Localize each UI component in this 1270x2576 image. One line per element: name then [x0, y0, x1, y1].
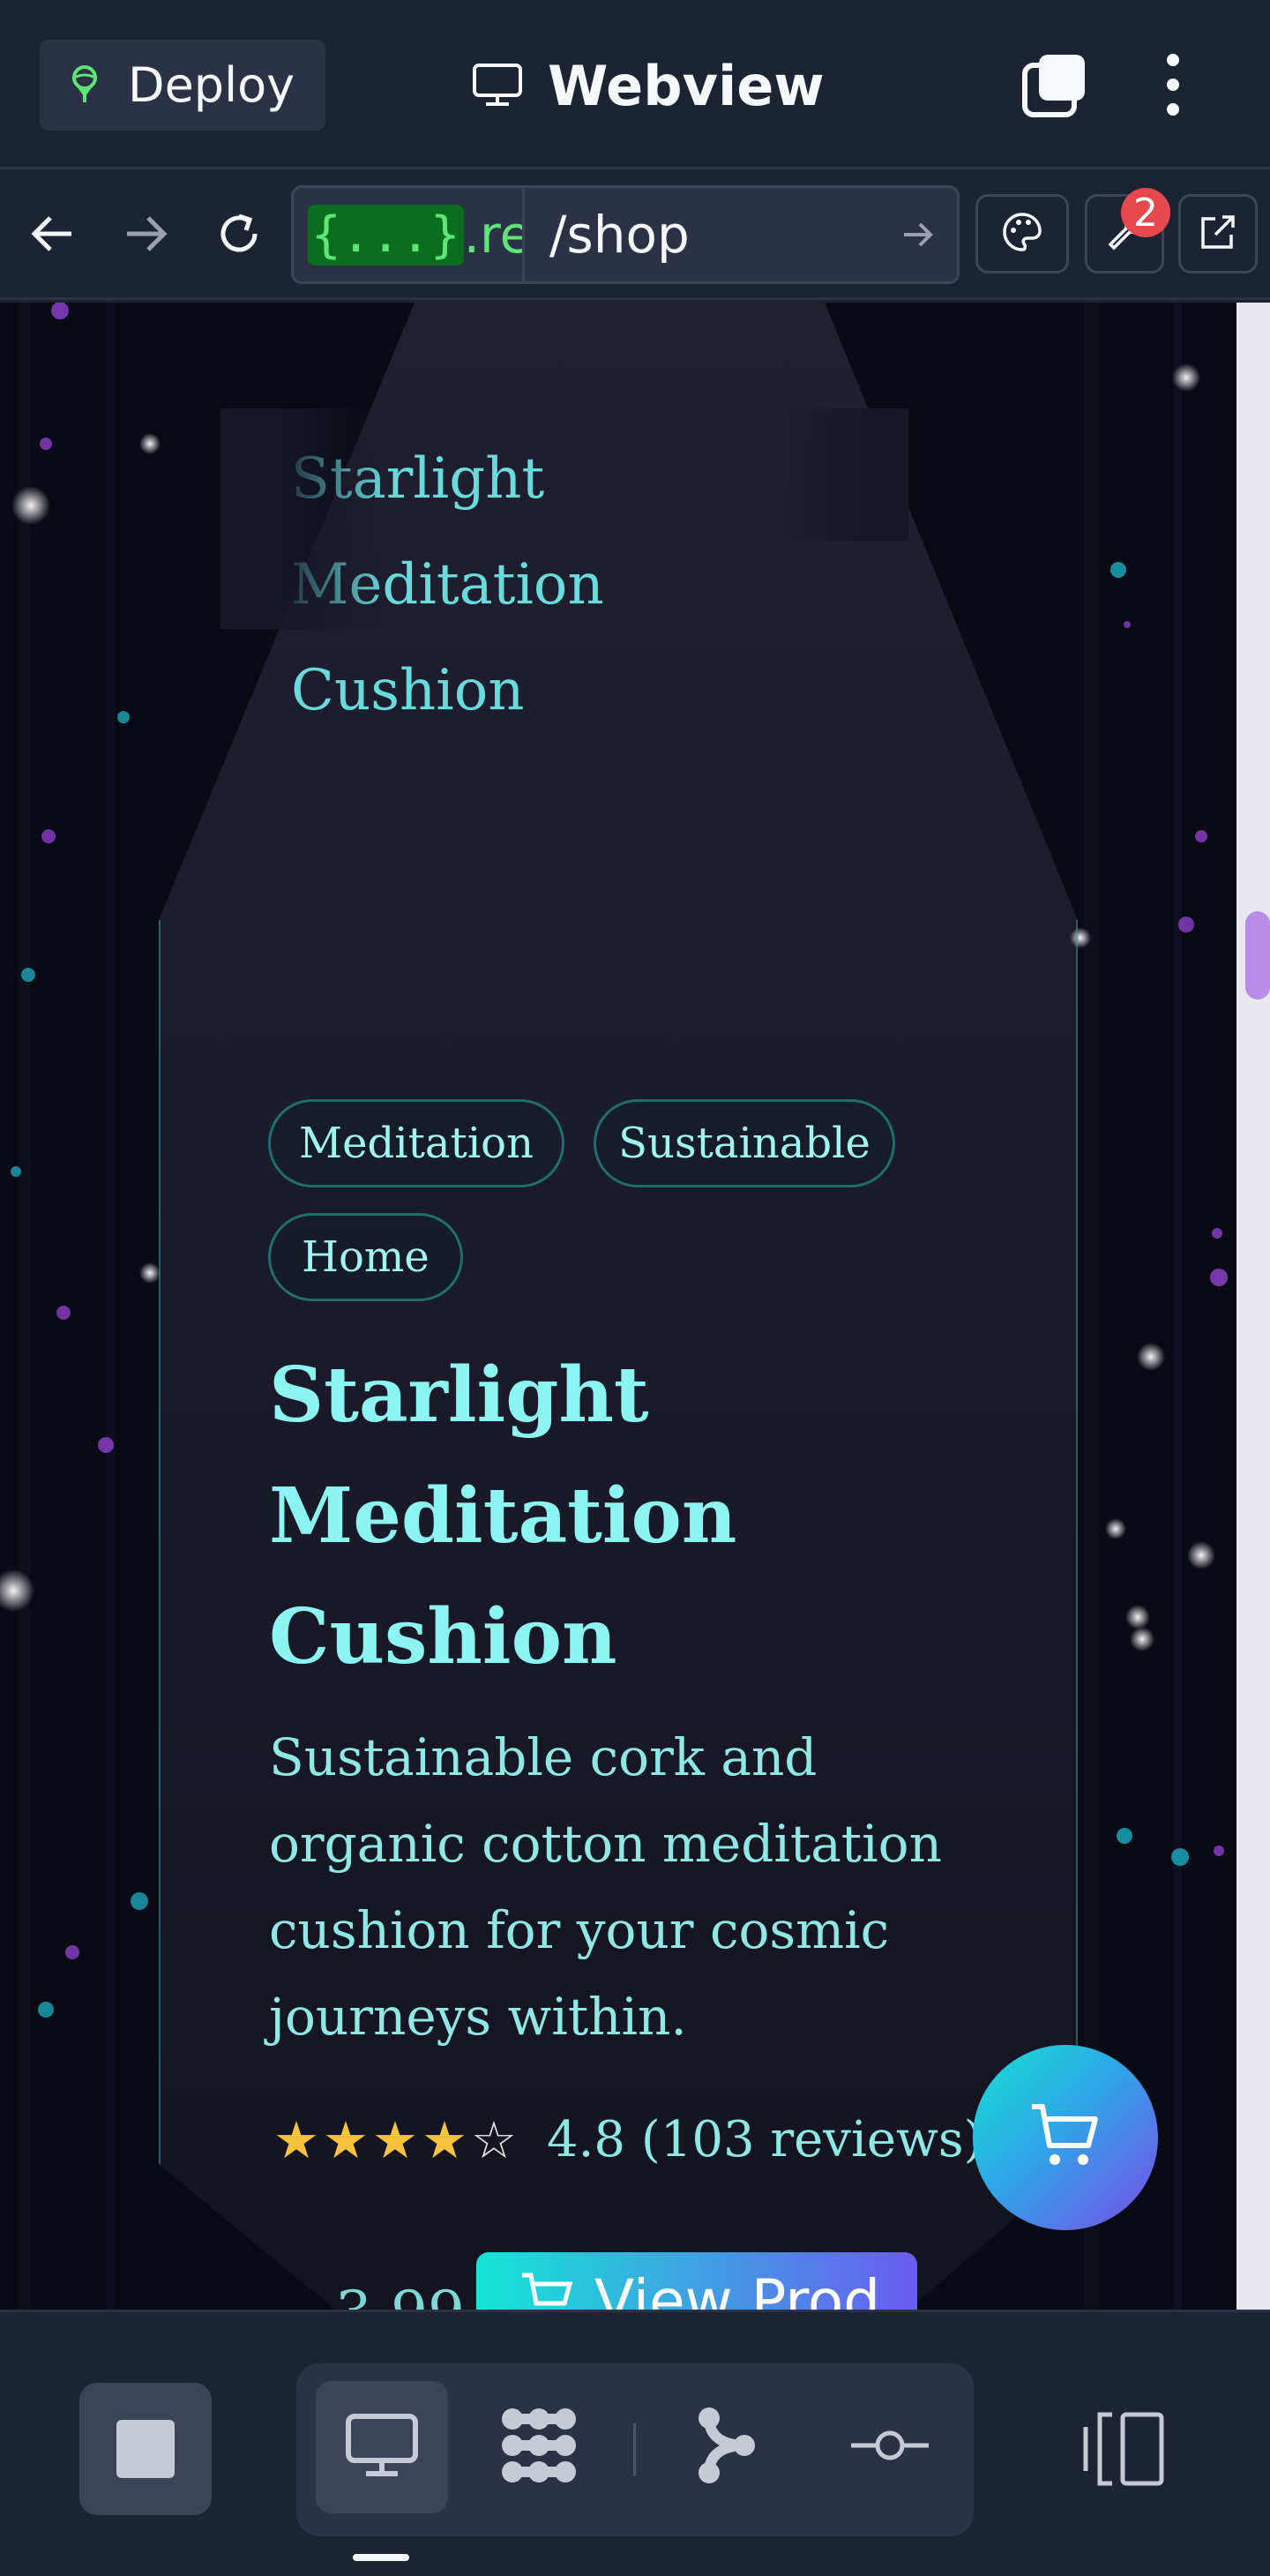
arrow-right-icon[interactable] [115, 203, 176, 265]
stop-icon [116, 2420, 175, 2478]
arrow-left-icon[interactable] [22, 203, 84, 265]
webview-content[interactable]: Starlight Meditation Cushion Meditation … [0, 303, 1236, 2310]
fade-mask-right [776, 408, 908, 541]
scrollbar-thumb[interactable] [1245, 911, 1270, 1000]
open-external-button[interactable] [1178, 194, 1258, 273]
commit-icon [849, 2428, 930, 2467]
product-description: Sustainable cork and organic cotton medi… [269, 1727, 942, 2047]
go-arrow-icon[interactable] [895, 213, 939, 257]
split-pane-icon[interactable] [1080, 2409, 1169, 2489]
url-host-badge: {...} [308, 204, 464, 266]
stop-button[interactable] [79, 2383, 212, 2515]
deploy-icon [66, 64, 103, 108]
url-bar[interactable]: {...} .repl /shop [291, 185, 960, 284]
star-empty-icon: ☆ [471, 2109, 517, 2170]
extensions-button[interactable] [473, 2381, 605, 2513]
palette-icon [1001, 211, 1043, 257]
view-product-label: View Prod [594, 2266, 881, 2310]
webview-label: Webview [548, 54, 825, 118]
monitor-icon [472, 63, 523, 110]
deploy-label: Deploy [128, 57, 295, 113]
theme-button[interactable] [975, 194, 1069, 273]
deploy-button[interactable]: Deploy [40, 40, 325, 131]
notification-badge: 2 [1121, 188, 1170, 237]
webview-tab-title[interactable]: Webview [472, 44, 825, 128]
rating-stars: ★ ★ ★ ★ ☆ [273, 2114, 520, 2167]
webview-scrollbar[interactable] [1236, 303, 1270, 2310]
kebab-menu-icon[interactable] [1147, 51, 1199, 118]
product-price: 3.99 [335, 2279, 465, 2310]
home-indicator [353, 2554, 409, 2561]
grid-dots-icon [498, 2405, 579, 2490]
product-title: Starlight Meditation Cushion [269, 1351, 737, 1681]
url-host: {...} .repl [294, 188, 525, 281]
segment-divider [633, 2423, 636, 2476]
url-path[interactable]: /shop [549, 188, 690, 281]
bottom-toolbar [0, 2310, 1270, 2576]
branch-icon [695, 2406, 757, 2489]
cart-icon [520, 2267, 573, 2310]
star-full-icon: ★ [273, 2109, 319, 2170]
fade-mask-left [220, 408, 388, 629]
url-host-suffix: .repl [463, 205, 522, 265]
view-switcher [296, 2363, 974, 2536]
floating-cart-button[interactable] [973, 2045, 1158, 2230]
monitor-icon [345, 2413, 419, 2482]
commit-button[interactable] [824, 2381, 956, 2513]
desktop-view-button[interactable] [316, 2381, 448, 2513]
cart-icon [1028, 2101, 1102, 2174]
star-full-icon: ★ [422, 2109, 467, 2170]
external-link-icon [1198, 212, 1238, 256]
devtools-button[interactable]: 2 [1085, 188, 1170, 273]
reload-icon[interactable] [208, 203, 270, 265]
rating-text: 4.8 (103 reviews) [547, 2111, 983, 2168]
star-full-icon: ★ [323, 2109, 369, 2170]
product-rating: ★ ★ ★ ★ ☆ 4.8 (103 reviews) [273, 2111, 983, 2168]
git-button[interactable] [660, 2381, 792, 2513]
tabs-icon[interactable] [1021, 51, 1088, 118]
view-product-button[interactable]: View Prod [476, 2252, 917, 2310]
tag-sustainable[interactable]: Sustainable [594, 1099, 895, 1187]
app-top-bar: Deploy Webview [0, 0, 1270, 169]
browser-nav-bar: {...} .repl /shop 2 [0, 172, 1270, 300]
star-full-icon: ★ [372, 2109, 418, 2170]
tag-home[interactable]: Home [268, 1213, 463, 1301]
tag-meditation[interactable]: Meditation [268, 1099, 564, 1187]
